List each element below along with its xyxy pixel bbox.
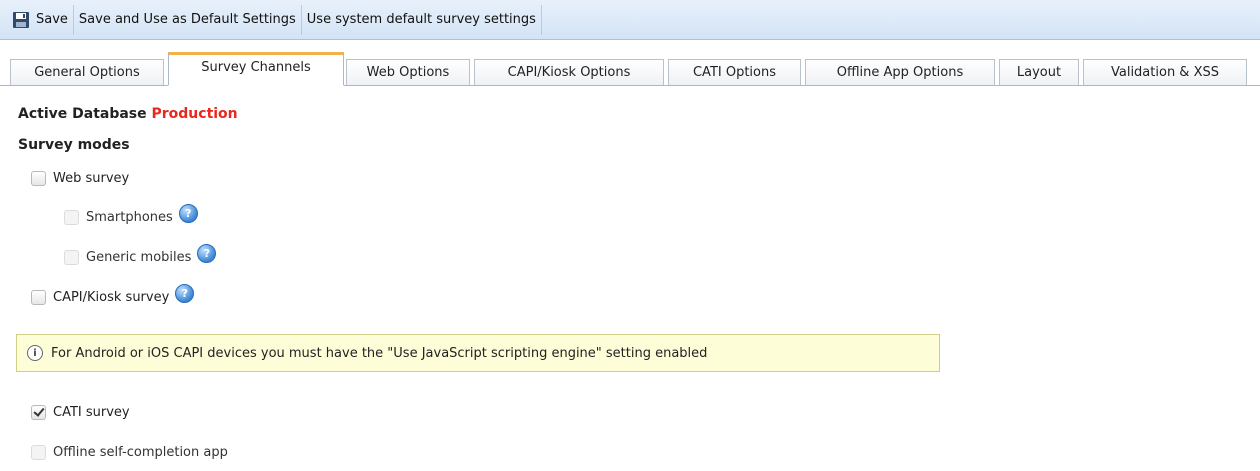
offline-app-option: Offline self-completion app <box>31 445 228 460</box>
capi-javascript-notice: i For Android or iOS CAPI devices you mu… <box>16 334 940 372</box>
tab-label: Validation & XSS <box>1110 65 1219 80</box>
save-and-use-default-label: Save and Use as Default Settings <box>78 12 296 27</box>
web-survey-checkbox[interactable] <box>31 171 46 186</box>
smartphones-option: Smartphones ? <box>64 204 198 225</box>
web-survey-label: Web survey <box>53 171 130 186</box>
tab-label: Offline App Options <box>836 65 964 80</box>
save-button[interactable]: Save <box>0 4 74 35</box>
survey-modes-heading: Survey modes <box>18 137 130 153</box>
offline-app-checkbox[interactable] <box>31 445 46 460</box>
tab-survey-channels[interactable]: Survey Channels <box>168 52 344 86</box>
use-system-default-button[interactable]: Use system default survey settings <box>302 4 542 35</box>
generic-mobiles-checkbox[interactable] <box>64 250 79 265</box>
tab-layout[interactable]: Layout <box>999 59 1079 85</box>
cati-survey-checkbox[interactable] <box>31 405 46 420</box>
generic-mobiles-option: Generic mobiles ? <box>64 244 217 265</box>
toolbar: Save Save and Use as Default Settings Us… <box>0 0 1260 40</box>
tab-web-options[interactable]: Web Options <box>346 59 470 85</box>
floppy-disk-icon <box>13 11 29 28</box>
smartphones-label: Smartphones <box>86 210 173 225</box>
help-question-icon[interactable]: ? <box>197 244 217 263</box>
tab-label: Web Options <box>366 65 450 80</box>
active-database-label: Active Database <box>18 106 147 122</box>
help-question-icon[interactable]: ? <box>175 284 195 303</box>
tab-validation-xss[interactable]: Validation & XSS <box>1083 59 1247 85</box>
active-database-value: Production <box>151 106 238 122</box>
help-question-icon[interactable]: ? <box>178 204 198 223</box>
tab-label: Survey Channels <box>201 60 311 75</box>
settings-tabs: General Options Survey Channels Web Opti… <box>0 50 1260 86</box>
generic-mobiles-label: Generic mobiles <box>86 250 192 265</box>
tab-cati-options[interactable]: CATI Options <box>668 59 801 85</box>
web-survey-option: Web survey <box>31 171 129 186</box>
tab-general-options[interactable]: General Options <box>10 59 164 85</box>
use-system-default-label: Use system default survey settings <box>306 12 536 27</box>
tab-label: General Options <box>34 65 140 80</box>
save-button-label: Save <box>36 12 68 27</box>
active-database-line: Active Database Production <box>18 106 238 122</box>
tab-label: CAPI/Kiosk Options <box>507 65 631 80</box>
cati-survey-option: CATI survey <box>31 405 130 420</box>
tab-label: Layout <box>1016 65 1062 80</box>
capi-kiosk-checkbox[interactable] <box>31 290 46 305</box>
tab-label: CATI Options <box>692 65 777 80</box>
info-icon: i <box>27 345 43 361</box>
tab-capi-kiosk-options[interactable]: CAPI/Kiosk Options <box>474 59 664 85</box>
offline-app-label: Offline self-completion app <box>53 445 228 460</box>
smartphones-checkbox[interactable] <box>64 210 79 225</box>
tab-offline-app-options[interactable]: Offline App Options <box>805 59 995 85</box>
capi-kiosk-option: CAPI/Kiosk survey ? <box>31 284 195 305</box>
save-and-use-default-button[interactable]: Save and Use as Default Settings <box>74 4 302 35</box>
cati-survey-label: CATI survey <box>53 405 130 420</box>
notice-text: For Android or iOS CAPI devices you must… <box>51 345 708 361</box>
capi-kiosk-label: CAPI/Kiosk survey <box>53 290 170 305</box>
